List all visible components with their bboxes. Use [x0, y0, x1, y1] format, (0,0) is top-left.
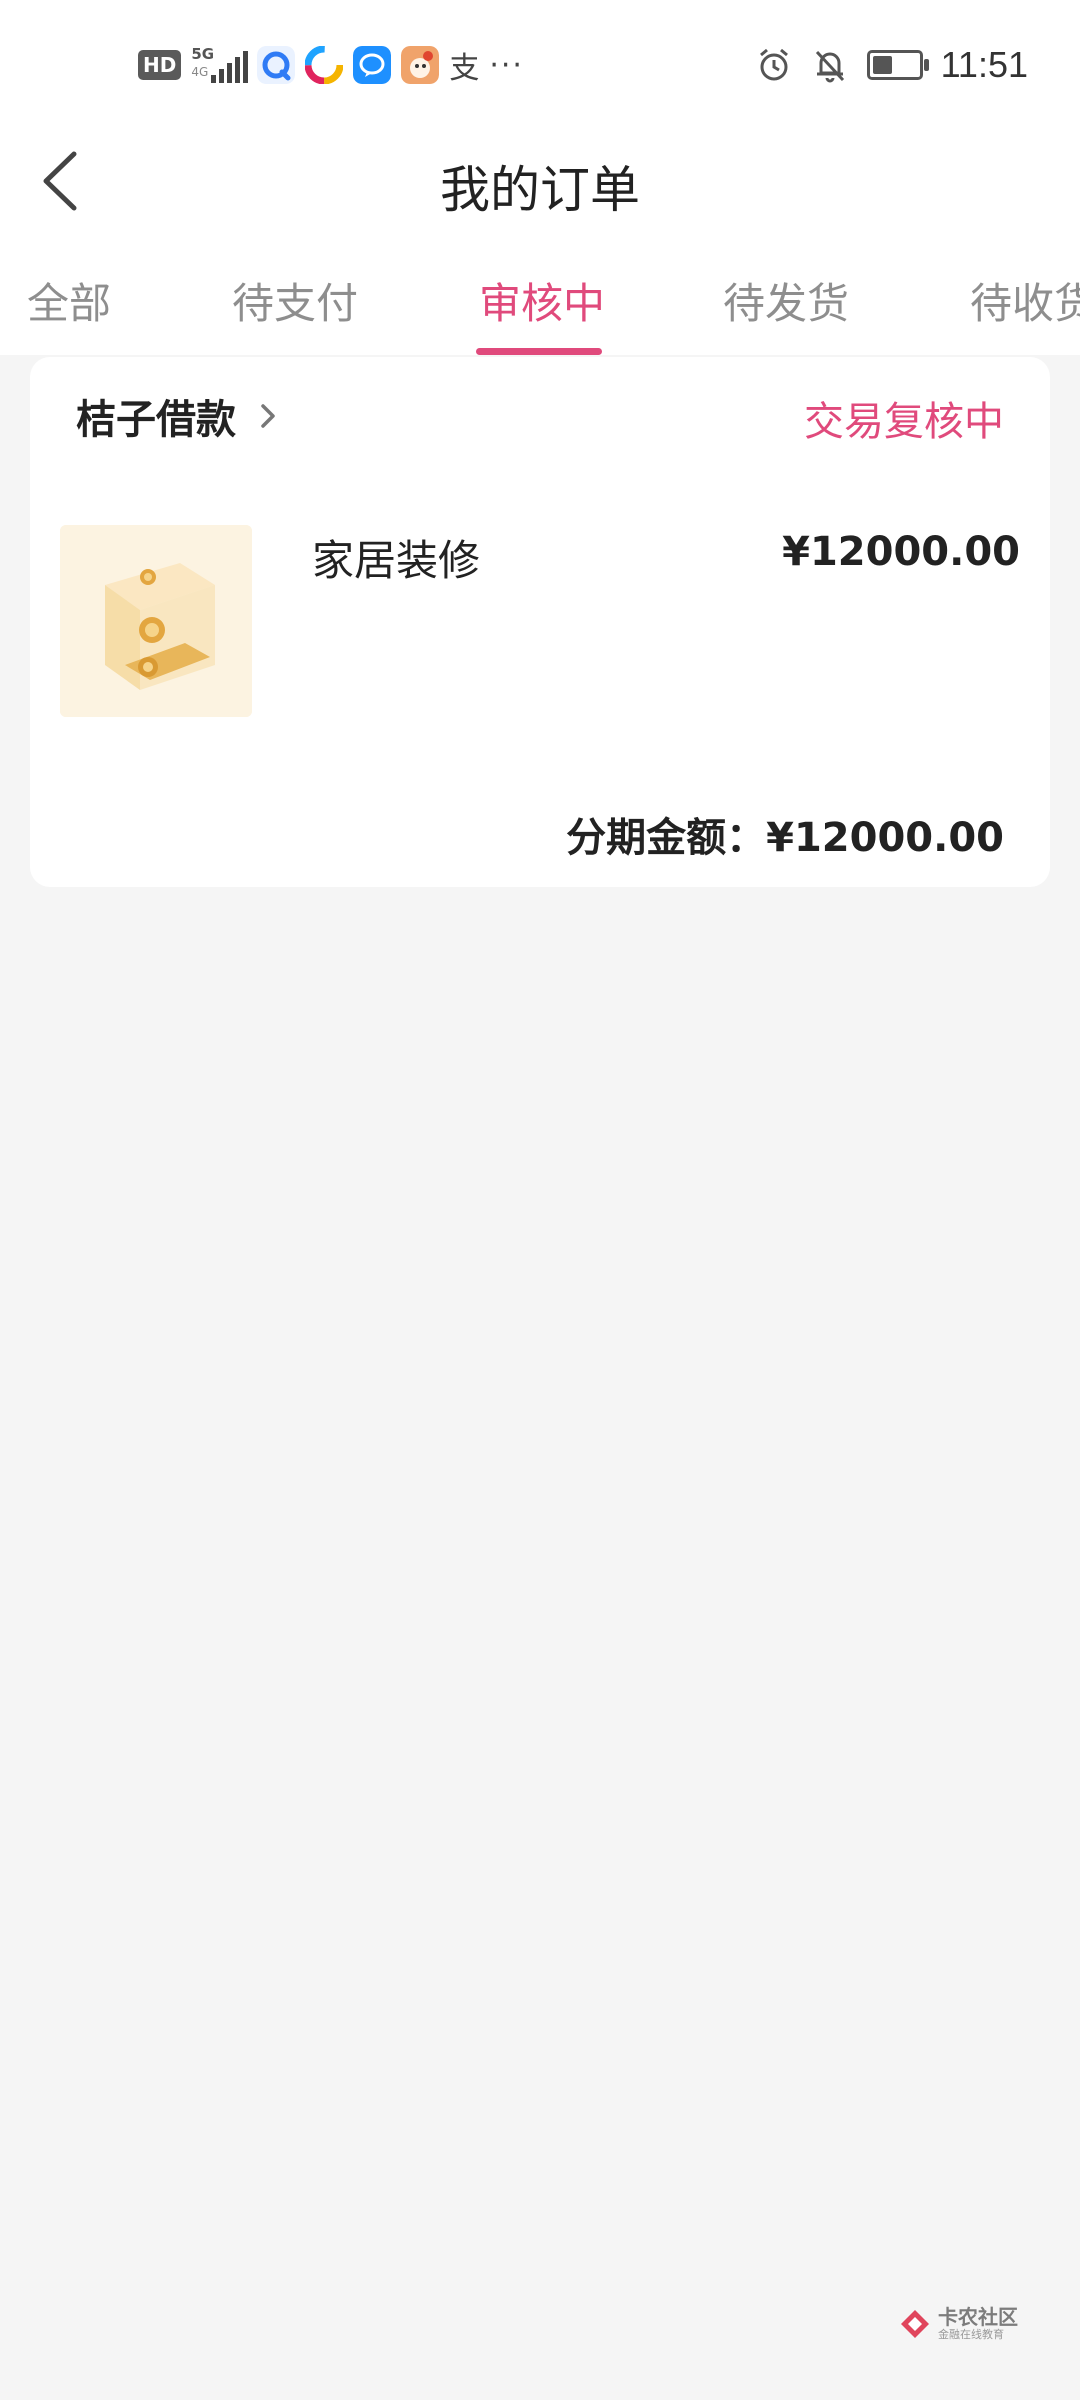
chevron-right-icon: [261, 404, 275, 428]
order-card[interactable]: 桔子借款 交易复核中 家居装修 ¥12000.00 分期金额：¥12000.00: [30, 357, 1050, 887]
tab-all[interactable]: 全部: [27, 270, 111, 331]
alarm-icon: [759, 48, 788, 81]
product-price: ¥12000.00: [782, 529, 1020, 575]
kanong-logo-icon: [901, 2310, 929, 2338]
product-name: 家居装修: [312, 536, 481, 585]
network-sub-label: 4G: [191, 65, 209, 79]
active-tab-indicator: [476, 348, 602, 355]
clock: 11:51: [940, 44, 1028, 85]
tab-pending-shipment[interactable]: 待发货: [723, 270, 849, 331]
merchant-link[interactable]: 桔子借款: [76, 387, 278, 445]
installment-total: 分期金额：¥12000.00: [566, 805, 1004, 863]
installment-amount: ¥12000.00: [766, 815, 1004, 861]
mute-bell-icon: [815, 50, 844, 83]
browser-app-icon: [257, 46, 296, 84]
status-bar: HD 5G 4G 支 ··· 11:51: [0, 0, 1080, 130]
colorful-app-icon: [305, 46, 344, 84]
coin-box-icon: [60, 525, 252, 717]
order-status: 交易复核中: [804, 399, 1004, 445]
installment-label: 分期金额：: [566, 815, 767, 861]
merchant-name: 桔子借款: [76, 397, 236, 443]
watermark-slogan: 金融在线教育: [938, 2328, 1004, 2341]
tab-under-review[interactable]: 审核中: [479, 270, 605, 331]
product-thumbnail: [60, 525, 252, 717]
game-app-icon: [401, 46, 440, 84]
alipay-icon: 支: [449, 51, 480, 86]
hd-badge: HD: [138, 50, 182, 80]
tab-pending-receipt[interactable]: 待收货: [970, 270, 1080, 331]
more-notifications-icon: ···: [489, 47, 524, 83]
signal-bars-icon: [211, 51, 249, 83]
order-tabs: 全部 待支付 审核中 待发货 待收货: [0, 270, 1080, 355]
watermark: 卡农社区 金融在线教育: [898, 2306, 1018, 2342]
signal-icon: 5G 4G: [191, 45, 249, 85]
page-title: 我的订单: [440, 161, 640, 219]
watermark-name: 卡农社区: [938, 2305, 1018, 2329]
chat-app-icon: [353, 46, 392, 84]
status-left: HD 5G 4G 支 ···: [138, 44, 524, 86]
tab-pending-payment[interactable]: 待支付: [232, 270, 358, 331]
status-right: 11:51: [755, 44, 1028, 86]
battery-icon: [866, 50, 929, 80]
